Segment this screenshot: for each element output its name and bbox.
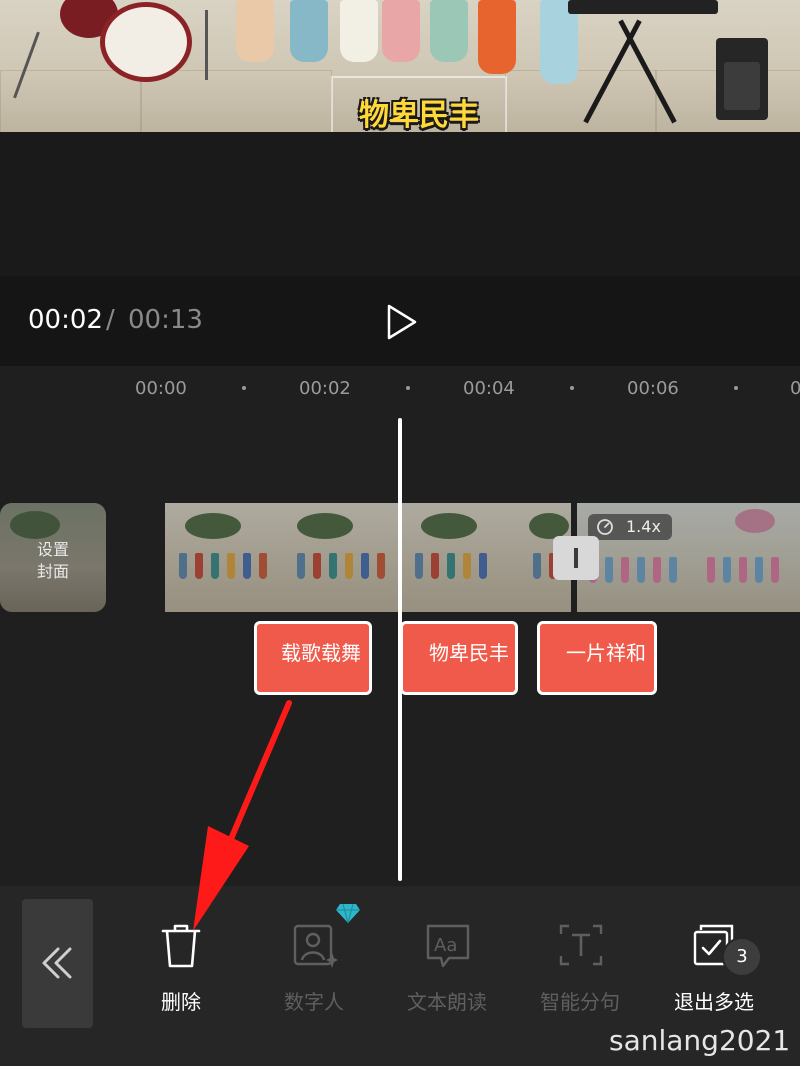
set-cover-line2: 封面 xyxy=(36,562,69,581)
figure xyxy=(290,0,328,62)
double-chevron-left-icon xyxy=(42,947,72,979)
delete-label: 删除 xyxy=(161,990,201,1014)
figure xyxy=(236,0,274,62)
tick-dot xyxy=(242,386,246,390)
text-clip-2[interactable]: 物卑民丰 xyxy=(400,621,518,695)
keyboard-image xyxy=(568,0,718,14)
video-clip-1[interactable] xyxy=(165,503,571,612)
time-separator: / xyxy=(106,305,115,335)
text-clip-1[interactable]: 载歌载舞 xyxy=(254,621,372,695)
drum-stand xyxy=(205,10,208,80)
smart-split-label: 智能分句 xyxy=(540,990,620,1014)
play-icon xyxy=(387,304,417,340)
bass-drum-image xyxy=(100,2,192,82)
smart-split-button[interactable]: 智能分句 xyxy=(525,922,635,1022)
set-cover-line1: 设置 xyxy=(36,540,69,559)
figure xyxy=(478,0,516,74)
speed-badge: 1.4x xyxy=(588,514,672,540)
tick-dot xyxy=(570,386,574,390)
watermark: sanlang2021 xyxy=(609,1024,791,1057)
figure xyxy=(430,0,468,62)
figure xyxy=(382,0,420,62)
total-time: 00:13 xyxy=(128,305,203,335)
text-clip-label: 一片祥和 xyxy=(566,641,646,665)
digital-human-label: 数字人 xyxy=(284,990,344,1014)
time-tick: 00:02 xyxy=(299,378,351,399)
exit-multiselect-label: 退出多选 xyxy=(674,990,754,1014)
time-tick: 00:04 xyxy=(463,378,515,399)
text-to-speech-icon: Aa xyxy=(426,924,470,968)
play-button[interactable] xyxy=(380,300,424,344)
text-to-speech-label: 文本朗读 xyxy=(407,990,487,1014)
set-cover-button[interactable]: 设置 封面 xyxy=(0,503,106,612)
trash-icon xyxy=(161,924,201,968)
transition-icon xyxy=(574,548,578,568)
transition-button[interactable] xyxy=(553,536,599,580)
speed-text: 1.4x xyxy=(626,517,661,536)
text-clip-label: 载歌载舞 xyxy=(281,641,361,665)
playhead[interactable] xyxy=(398,418,402,881)
digital-human-button[interactable]: 数字人 xyxy=(259,922,369,1022)
tick-dot xyxy=(734,386,738,390)
set-cover-label: 设置 封面 xyxy=(0,539,106,583)
preview-letterbox xyxy=(0,132,800,276)
time-tick: 00:06 xyxy=(627,378,679,399)
svg-text:Aa: Aa xyxy=(434,935,457,956)
subtitle-text: 物卑民丰 xyxy=(359,98,479,132)
digital-human-icon xyxy=(293,924,338,968)
tick-dot xyxy=(406,386,410,390)
current-time: 00:02 xyxy=(28,305,103,335)
text-clip-label: 物卑民丰 xyxy=(429,641,509,665)
figure xyxy=(340,0,378,62)
collapse-button[interactable] xyxy=(22,899,93,1028)
text-to-speech-button[interactable]: Aa 文本朗读 xyxy=(392,922,502,1022)
clip-overlay xyxy=(165,503,571,612)
text-clip-3[interactable]: 一片祥和 xyxy=(537,621,657,695)
speed-gauge-icon xyxy=(597,519,613,535)
delete-button[interactable]: 删除 xyxy=(126,922,236,1022)
smart-split-icon xyxy=(559,924,603,966)
time-tick: 00:00 xyxy=(135,378,187,399)
time-tick: 0 xyxy=(790,378,800,399)
diamond-icon xyxy=(336,903,360,924)
video-preview[interactable]: 物卑民丰 xyxy=(0,0,800,132)
selected-count-badge: 3 xyxy=(722,937,762,977)
